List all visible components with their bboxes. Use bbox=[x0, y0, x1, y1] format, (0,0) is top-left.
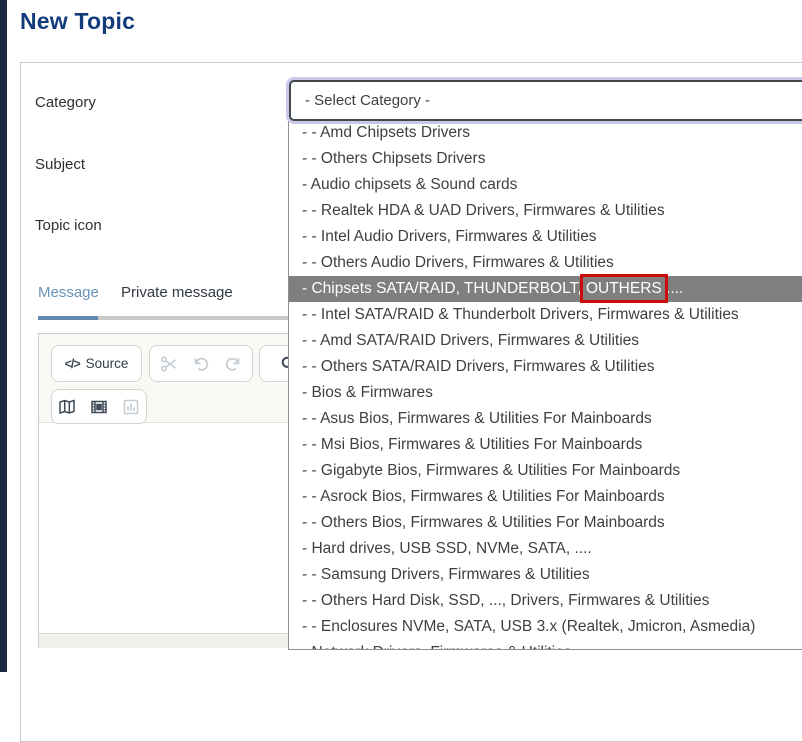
category-label: Category bbox=[35, 94, 96, 111]
option-text-prefix: - Chipsets SATA/RAID, THUNDERBOLT, bbox=[302, 280, 586, 297]
category-option[interactable]: - - Others Bios, Firmwares & Utilities F… bbox=[289, 510, 802, 536]
active-tab-underline bbox=[38, 316, 98, 320]
category-option[interactable]: - - Msi Bios, Firmwares & Utilities For … bbox=[289, 432, 802, 458]
category-option[interactable]: - - Enclosures NVMe, SATA, USB 3.x (Real… bbox=[289, 614, 802, 640]
category-dropdown-list: - - Amd Chipsets Drivers- - Others Chips… bbox=[288, 119, 802, 650]
toolbar-group-insert bbox=[51, 389, 147, 424]
toolbar-group-history bbox=[149, 345, 253, 382]
source-button[interactable]: </> Source bbox=[51, 345, 142, 382]
left-accent-bar bbox=[0, 0, 7, 672]
redo-icon[interactable] bbox=[224, 355, 242, 373]
topic-icon-label: Topic icon bbox=[35, 217, 102, 234]
media-icon[interactable] bbox=[90, 398, 108, 416]
chart-icon[interactable] bbox=[122, 398, 140, 416]
category-option[interactable]: - - Amd SATA/RAID Drivers, Firmwares & U… bbox=[289, 328, 802, 354]
category-option[interactable]: - Hard drives, USB SSD, NVMe, SATA, .... bbox=[289, 536, 802, 562]
category-option[interactable]: - Chipsets SATA/RAID, THUNDERBOLT, OUTHE… bbox=[289, 276, 802, 302]
category-option[interactable]: - Bios & Firmwares bbox=[289, 380, 802, 406]
subject-label: Subject bbox=[35, 156, 85, 173]
category-option[interactable]: - - Samsung Drivers, Firmwares & Utiliti… bbox=[289, 562, 802, 588]
category-option[interactable]: - - Gigabyte Bios, Firmwares & Utilities… bbox=[289, 458, 802, 484]
category-select-value: - Select Category - bbox=[305, 92, 430, 109]
category-option[interactable]: - - Others Hard Disk, SSD, ..., Drivers,… bbox=[289, 588, 802, 614]
category-option[interactable]: - - Others Chipsets Drivers bbox=[289, 146, 802, 172]
category-option[interactable]: - Audio chipsets & Sound cards bbox=[289, 172, 802, 198]
category-option[interactable]: - - Intel Audio Drivers, Firmwares & Uti… bbox=[289, 224, 802, 250]
cut-icon[interactable] bbox=[160, 355, 178, 373]
category-option[interactable]: - - Others Audio Drivers, Firmwares & Ut… bbox=[289, 250, 802, 276]
undo-icon[interactable] bbox=[192, 355, 210, 373]
option-text-suffix: .... bbox=[662, 280, 684, 297]
category-option[interactable]: - - Intel SATA/RAID & Thunderbolt Driver… bbox=[289, 302, 802, 328]
category-option[interactable]: - - Asus Bios, Firmwares & Utilities For… bbox=[289, 406, 802, 432]
code-icon: </> bbox=[65, 357, 80, 371]
category-option[interactable]: - - Realtek HDA & UAD Drivers, Firmwares… bbox=[289, 198, 802, 224]
annotated-word: OUTHERS bbox=[586, 280, 662, 297]
category-select[interactable]: - Select Category - bbox=[289, 80, 802, 121]
category-option[interactable]: - - Amd Chipsets Drivers bbox=[289, 120, 802, 146]
category-option[interactable]: - Network Drivers, Firmwares & Utilities bbox=[289, 640, 802, 650]
category-option[interactable]: - - Others SATA/RAID Drivers, Firmwares … bbox=[289, 354, 802, 380]
source-button-label: Source bbox=[86, 356, 129, 371]
tab-private-message[interactable]: Private message bbox=[121, 284, 233, 301]
tab-message[interactable]: Message bbox=[38, 284, 99, 301]
category-option[interactable]: - - Asrock Bios, Firmwares & Utilities F… bbox=[289, 484, 802, 510]
page-title: New Topic bbox=[20, 8, 135, 35]
book-icon[interactable] bbox=[58, 398, 76, 416]
